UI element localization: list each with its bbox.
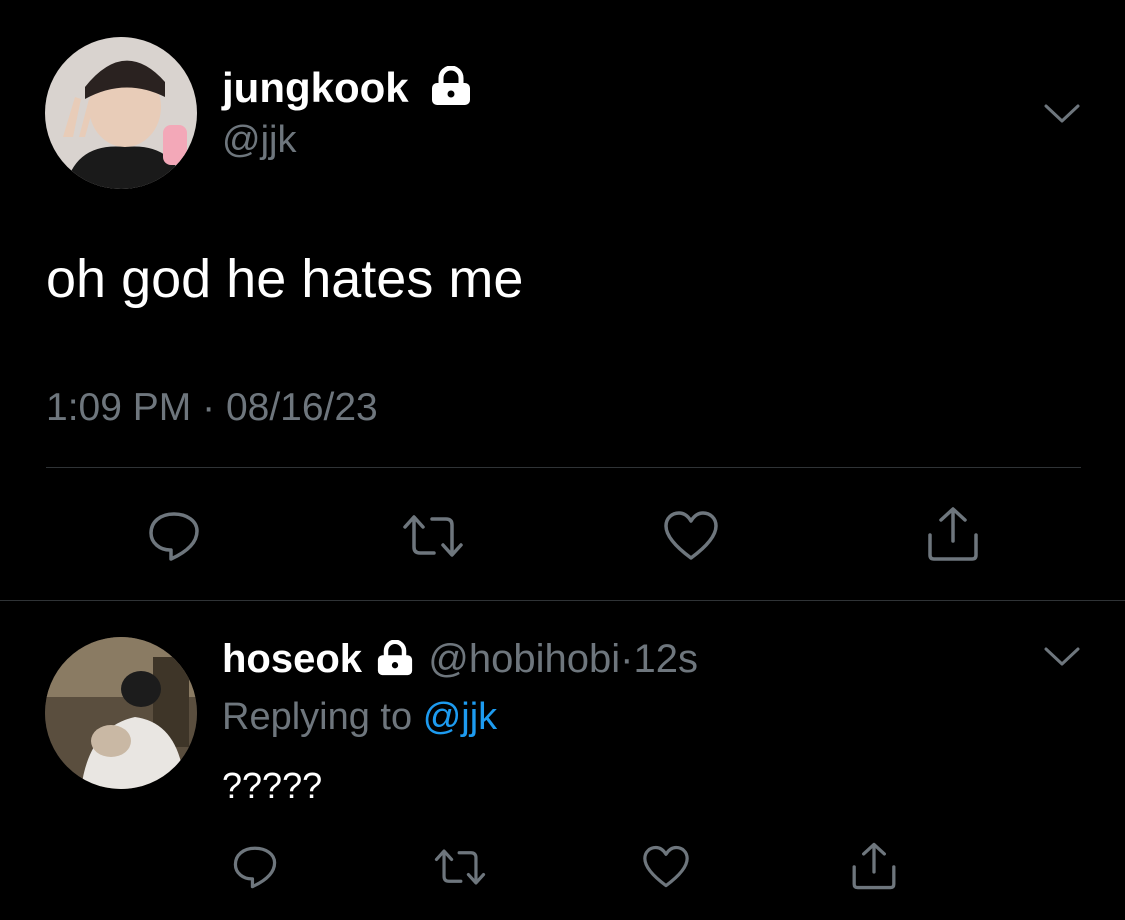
handle[interactable]: @jjk xyxy=(222,118,296,162)
tweet-text: oh god he hates me xyxy=(46,249,524,309)
reply-button[interactable] xyxy=(228,842,282,892)
reply-icon xyxy=(233,846,277,889)
chevron-down-icon[interactable] xyxy=(1043,103,1081,125)
display-name[interactable]: jungkook xyxy=(222,64,409,112)
divider xyxy=(46,467,1081,468)
like-button[interactable] xyxy=(660,508,722,564)
replying-to-handle[interactable]: @jjk xyxy=(423,696,497,738)
reply-display-name[interactable]: hoseok xyxy=(222,637,362,681)
reply-header: hoseok @hobihobi·12s xyxy=(222,636,698,682)
chevron-down-icon[interactable] xyxy=(1043,646,1081,668)
reply-handle[interactable]: @hobihobi xyxy=(428,637,620,681)
share-button[interactable] xyxy=(848,840,900,892)
lock-icon xyxy=(432,66,470,105)
like-icon xyxy=(643,845,689,888)
avatar[interactable] xyxy=(45,37,197,189)
reply-icon xyxy=(149,512,199,561)
retweet-button[interactable] xyxy=(398,508,468,564)
reply-avatar[interactable] xyxy=(45,637,197,789)
like-icon xyxy=(664,511,718,560)
share-icon xyxy=(928,507,978,561)
timestamp: 1:09 PM · 08/16/23 xyxy=(46,385,378,431)
retweet-icon xyxy=(434,849,486,885)
reply-text: ????? xyxy=(222,765,323,806)
retweet-button[interactable] xyxy=(430,844,490,890)
replying-to-label: Replying to xyxy=(222,696,413,738)
reply-separator: · xyxy=(620,637,634,681)
replying-to: Replying to @jjk xyxy=(222,694,497,740)
retweet-icon xyxy=(403,515,463,557)
section-divider xyxy=(0,600,1125,601)
share-icon xyxy=(852,842,896,890)
avatar-photo xyxy=(45,37,197,189)
reply-button[interactable] xyxy=(142,506,206,566)
reply-time[interactable]: 12s xyxy=(633,637,698,681)
timestamp-date: 08/16/23 xyxy=(225,386,378,429)
like-button[interactable] xyxy=(640,844,692,890)
timestamp-time: 1:09 PM xyxy=(46,386,192,429)
share-button[interactable] xyxy=(922,504,984,564)
lock-icon xyxy=(378,640,413,676)
timestamp-separator: · xyxy=(202,386,216,429)
avatar-photo xyxy=(45,637,197,789)
